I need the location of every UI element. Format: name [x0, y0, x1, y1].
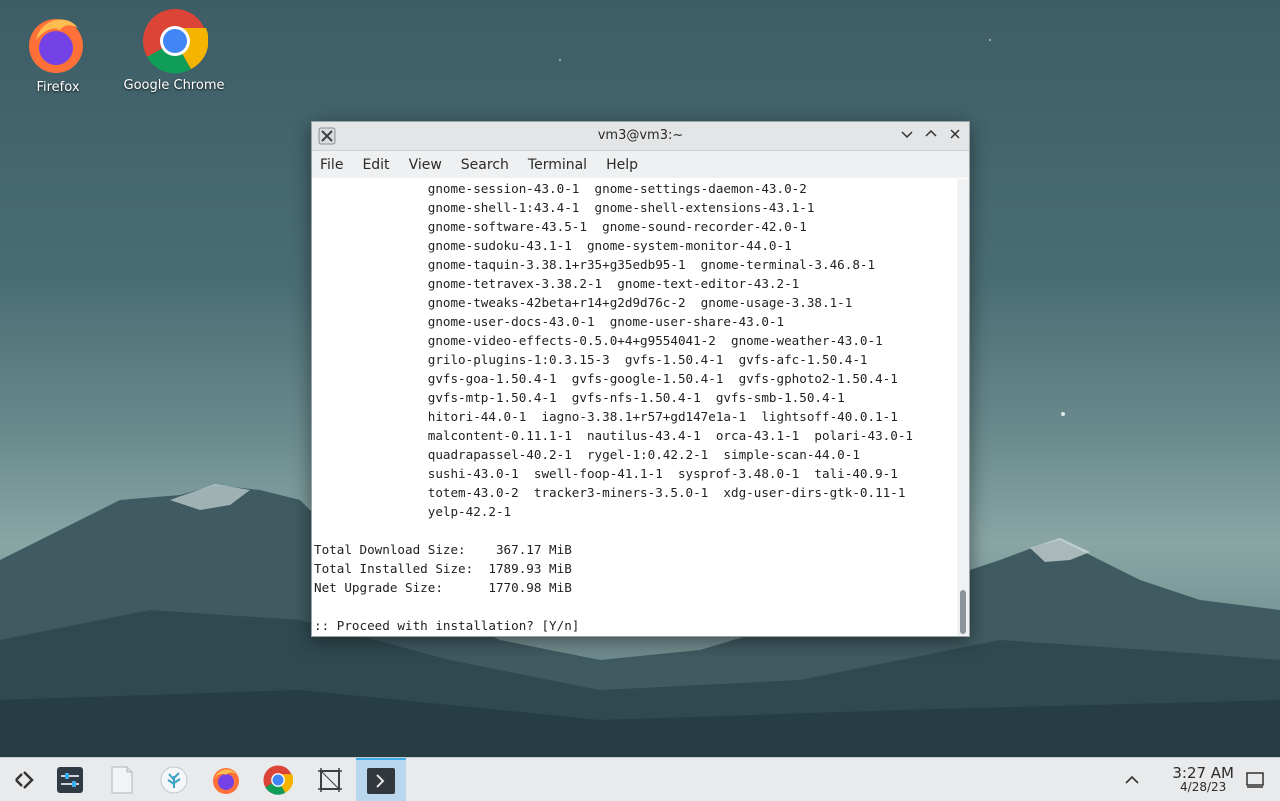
desktop-icon-chrome[interactable]: Google Chrome [119, 8, 229, 93]
terminal-line: Total Installed Size: 1789.93 MiB [314, 561, 572, 576]
menu-help[interactable]: Help [606, 157, 638, 173]
terminal-line: grilo-plugins-1:0.3.15-3 gvfs-1.50.4-1 g… [314, 352, 868, 367]
task-discover[interactable] [149, 758, 199, 801]
terminal-line: gvfs-goa-1.50.4-1 gvfs-google-1.50.4-1 g… [314, 371, 898, 386]
firefox-icon [26, 10, 90, 74]
terminal-line: malcontent-0.11.1-1 nautilus-43.4-1 orca… [314, 428, 913, 443]
chrome-icon [142, 8, 209, 74]
terminal-line: Net Upgrade Size: 1770.98 MiB [314, 580, 572, 595]
scrollbar-thumb[interactable] [960, 590, 966, 634]
minimize-button[interactable] [897, 126, 917, 146]
close-button[interactable] [945, 126, 965, 146]
chrome-icon [263, 764, 293, 795]
menubar: File Edit View Search Terminal Help [312, 151, 969, 178]
scrollbar[interactable] [957, 179, 969, 636]
show-desktop-button[interactable] [1235, 758, 1275, 801]
menu-terminal[interactable]: Terminal [528, 157, 587, 173]
terminal-line: yelp-42.2-1 [314, 504, 512, 519]
menu-view[interactable]: View [409, 157, 442, 173]
chevron-down-icon [901, 131, 913, 139]
file-manager-icon [111, 766, 133, 793]
system-settings-icon [57, 766, 83, 793]
clock-date: 4/28/23 [1180, 780, 1227, 794]
taskbar: 3:27 AM 4/28/23 [0, 757, 1280, 801]
close-icon [950, 129, 960, 139]
firefox-icon [213, 767, 239, 794]
discover-icon [160, 766, 188, 793]
desktop-icon-label: Firefox [36, 80, 80, 95]
terminal-line: gnome-sudoku-43.1-1 gnome-system-monitor… [314, 238, 792, 253]
terminal-line: hitori-44.0-1 iagno-3.38.1+r57+gd147e1a-… [314, 409, 898, 424]
terminal-line: :: Proceed with installation? [Y/n] [314, 618, 580, 633]
app-launcher-icon [15, 770, 34, 789]
digital-clock[interactable]: 3:27 AM 4/28/23 [1172, 764, 1234, 794]
maximize-button[interactable] [921, 126, 941, 146]
window-title: vm3@vm3:~ [597, 128, 684, 143]
terminal-line: gnome-tweaks-42beta+r14+g2d9d76c-2 gnome… [314, 295, 853, 310]
task-firefox[interactable] [201, 758, 251, 801]
titlebar[interactable]: vm3@vm3:~ [312, 122, 969, 151]
menu-file[interactable]: File [320, 157, 343, 173]
desktop-icon-firefox[interactable]: Firefox [3, 10, 113, 95]
terminal-line: gnome-shell-1:43.4-1 gnome-shell-extensi… [314, 200, 815, 215]
terminal-line: gnome-user-docs-43.0-1 gnome-user-share-… [314, 314, 785, 329]
task-file-manager[interactable] [97, 758, 147, 801]
chevron-up-icon [1125, 775, 1139, 784]
terminal-line: totem-43.0-2 tracker3-miners-3.5.0-1 xdg… [314, 485, 906, 500]
desktop-icon-label: Google Chrome [123, 78, 225, 93]
terminal-line: gnome-video-effects-0.5.0+4+g9554041-2 g… [314, 333, 883, 348]
terminal-window: vm3@vm3:~ File Edit View Search Terminal… [311, 121, 970, 637]
terminal-line: gnome-software-43.5-1 gnome-sound-record… [314, 219, 807, 234]
menu-edit[interactable]: Edit [362, 157, 389, 173]
terminal-line: gnome-session-43.0-1 gnome-settings-daem… [314, 181, 807, 196]
chevron-up-icon [925, 129, 937, 137]
app-launcher-button[interactable] [0, 758, 50, 801]
terminal-output[interactable]: gnome-session-43.0-1 gnome-settings-daem… [312, 179, 957, 636]
task-system-settings[interactable] [45, 758, 95, 801]
terminal-icon [367, 767, 395, 794]
terminal-line: gnome-tetravex-3.38.2-1 gnome-text-edito… [314, 276, 800, 291]
terminal-line: Total Download Size: 367.17 MiB [314, 542, 572, 557]
terminal-line: sushi-43.0-1 swell-foop-41.1-1 sysprof-3… [314, 466, 898, 481]
menu-search[interactable]: Search [461, 157, 509, 173]
terminal-line: gnome-taquin-3.38.1+r35+g35edb95-1 gnome… [314, 257, 876, 272]
task-chrome[interactable] [253, 758, 303, 801]
terminal-line: quadrapassel-40.2-1 rygel-1:0.42.2-1 sim… [314, 447, 860, 462]
system-tray-expand[interactable] [1112, 758, 1152, 801]
task-terminal[interactable] [356, 758, 406, 801]
task-screenshot[interactable] [305, 758, 355, 801]
show-desktop-icon [1246, 771, 1264, 788]
screenshot-icon [318, 767, 342, 792]
terminal-line: gvfs-mtp-1.50.4-1 gvfs-nfs-1.50.4-1 gvfs… [314, 390, 845, 405]
